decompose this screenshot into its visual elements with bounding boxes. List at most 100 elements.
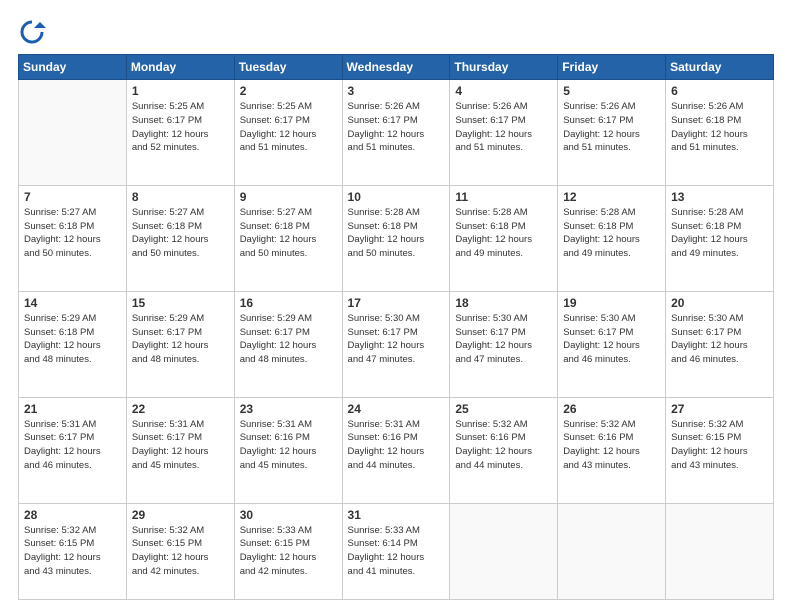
- day-number: 3: [348, 84, 445, 98]
- day-cell: 27 Sunrise: 5:32 AM Sunset: 6:15 PM Dayli…: [666, 397, 774, 503]
- day-info: Sunrise: 5:30 AM Sunset: 6:17 PM Dayligh…: [671, 312, 768, 367]
- day-number: 24: [348, 402, 445, 416]
- day-info: Sunrise: 5:28 AM Sunset: 6:18 PM Dayligh…: [455, 206, 552, 261]
- day-info: Sunrise: 5:31 AM Sunset: 6:17 PM Dayligh…: [132, 418, 229, 473]
- day-number: 1: [132, 84, 229, 98]
- day-cell: 5 Sunrise: 5:26 AM Sunset: 6:17 PM Daylig…: [558, 80, 666, 186]
- day-cell: 6 Sunrise: 5:26 AM Sunset: 6:18 PM Daylig…: [666, 80, 774, 186]
- day-info: Sunrise: 5:25 AM Sunset: 6:17 PM Dayligh…: [132, 100, 229, 155]
- day-info: Sunrise: 5:33 AM Sunset: 6:14 PM Dayligh…: [348, 524, 445, 579]
- day-number: 27: [671, 402, 768, 416]
- day-info: Sunrise: 5:28 AM Sunset: 6:18 PM Dayligh…: [348, 206, 445, 261]
- col-header-sunday: Sunday: [19, 55, 127, 80]
- day-cell: 3 Sunrise: 5:26 AM Sunset: 6:17 PM Daylig…: [342, 80, 450, 186]
- day-number: 21: [24, 402, 121, 416]
- logo-icon: [18, 18, 46, 46]
- day-info: Sunrise: 5:31 AM Sunset: 6:16 PM Dayligh…: [240, 418, 337, 473]
- day-number: 7: [24, 190, 121, 204]
- day-info: Sunrise: 5:29 AM Sunset: 6:18 PM Dayligh…: [24, 312, 121, 367]
- day-cell: 19Sunrise: 5:30 AM Sunset: 6:17 PM Dayli…: [558, 291, 666, 397]
- day-info: Sunrise: 5:30 AM Sunset: 6:17 PM Dayligh…: [455, 312, 552, 367]
- day-cell: 23 Sunrise: 5:31 AM Sunset: 6:16 PM Dayli…: [234, 397, 342, 503]
- week-row-4: 21 Sunrise: 5:31 AM Sunset: 6:17 PM Dayli…: [19, 397, 774, 503]
- day-cell: 2Sunrise: 5:25 AM Sunset: 6:17 PM Daylig…: [234, 80, 342, 186]
- day-cell: [558, 503, 666, 599]
- day-cell: 26 Sunrise: 5:32 AM Sunset: 6:16 PM Dayli…: [558, 397, 666, 503]
- col-header-tuesday: Tuesday: [234, 55, 342, 80]
- day-info: Sunrise: 5:32 AM Sunset: 6:16 PM Dayligh…: [563, 418, 660, 473]
- day-number: 12: [563, 190, 660, 204]
- day-cell: 4 Sunrise: 5:26 AM Sunset: 6:17 PM Daylig…: [450, 80, 558, 186]
- calendar-header: SundayMondayTuesdayWednesdayThursdayFrid…: [19, 55, 774, 80]
- day-number: 8: [132, 190, 229, 204]
- day-number: 17: [348, 296, 445, 310]
- day-number: 10: [348, 190, 445, 204]
- day-info: Sunrise: 5:28 AM Sunset: 6:18 PM Dayligh…: [563, 206, 660, 261]
- day-info: Sunrise: 5:29 AM Sunset: 6:17 PM Dayligh…: [132, 312, 229, 367]
- day-cell: 9 Sunrise: 5:27 AM Sunset: 6:18 PM Daylig…: [234, 185, 342, 291]
- day-cell: 25 Sunrise: 5:32 AM Sunset: 6:16 PM Dayli…: [450, 397, 558, 503]
- day-cell: 24Sunrise: 5:31 AM Sunset: 6:16 PM Dayli…: [342, 397, 450, 503]
- day-number: 28: [24, 508, 121, 522]
- day-cell: [666, 503, 774, 599]
- day-info: Sunrise: 5:26 AM Sunset: 6:17 PM Dayligh…: [348, 100, 445, 155]
- col-header-friday: Friday: [558, 55, 666, 80]
- day-number: 30: [240, 508, 337, 522]
- day-number: 26: [563, 402, 660, 416]
- day-number: 4: [455, 84, 552, 98]
- day-cell: [19, 80, 127, 186]
- day-cell: 30Sunrise: 5:33 AM Sunset: 6:15 PM Dayli…: [234, 503, 342, 599]
- header-row: SundayMondayTuesdayWednesdayThursdayFrid…: [19, 55, 774, 80]
- col-header-monday: Monday: [126, 55, 234, 80]
- day-info: Sunrise: 5:28 AM Sunset: 6:18 PM Dayligh…: [671, 206, 768, 261]
- day-number: 2: [240, 84, 337, 98]
- day-cell: 21 Sunrise: 5:31 AM Sunset: 6:17 PM Dayli…: [19, 397, 127, 503]
- page: SundayMondayTuesdayWednesdayThursdayFrid…: [0, 0, 792, 612]
- day-number: 5: [563, 84, 660, 98]
- day-info: Sunrise: 5:29 AM Sunset: 6:17 PM Dayligh…: [240, 312, 337, 367]
- day-info: Sunrise: 5:27 AM Sunset: 6:18 PM Dayligh…: [24, 206, 121, 261]
- day-cell: 13 Sunrise: 5:28 AM Sunset: 6:18 PM Dayli…: [666, 185, 774, 291]
- week-row-5: 28 Sunrise: 5:32 AM Sunset: 6:15 PM Dayli…: [19, 503, 774, 599]
- day-number: 18: [455, 296, 552, 310]
- day-cell: 22 Sunrise: 5:31 AM Sunset: 6:17 PM Dayli…: [126, 397, 234, 503]
- day-info: Sunrise: 5:27 AM Sunset: 6:18 PM Dayligh…: [240, 206, 337, 261]
- day-number: 22: [132, 402, 229, 416]
- day-cell: 7 Sunrise: 5:27 AM Sunset: 6:18 PM Daylig…: [19, 185, 127, 291]
- day-number: 13: [671, 190, 768, 204]
- day-cell: [450, 503, 558, 599]
- day-info: Sunrise: 5:32 AM Sunset: 6:15 PM Dayligh…: [24, 524, 121, 579]
- day-cell: 14 Sunrise: 5:29 AM Sunset: 6:18 PM Dayli…: [19, 291, 127, 397]
- day-cell: 1 Sunrise: 5:25 AM Sunset: 6:17 PM Daylig…: [126, 80, 234, 186]
- day-number: 29: [132, 508, 229, 522]
- day-number: 16: [240, 296, 337, 310]
- week-row-2: 7 Sunrise: 5:27 AM Sunset: 6:18 PM Daylig…: [19, 185, 774, 291]
- day-cell: 29Sunrise: 5:32 AM Sunset: 6:15 PM Dayli…: [126, 503, 234, 599]
- day-number: 14: [24, 296, 121, 310]
- day-number: 11: [455, 190, 552, 204]
- week-row-1: 1 Sunrise: 5:25 AM Sunset: 6:17 PM Daylig…: [19, 80, 774, 186]
- day-info: Sunrise: 5:26 AM Sunset: 6:17 PM Dayligh…: [563, 100, 660, 155]
- day-cell: 17Sunrise: 5:30 AM Sunset: 6:17 PM Dayli…: [342, 291, 450, 397]
- day-cell: 10 Sunrise: 5:28 AM Sunset: 6:18 PM Dayli…: [342, 185, 450, 291]
- day-number: 6: [671, 84, 768, 98]
- day-number: 9: [240, 190, 337, 204]
- calendar-body: 1 Sunrise: 5:25 AM Sunset: 6:17 PM Daylig…: [19, 80, 774, 600]
- day-info: Sunrise: 5:32 AM Sunset: 6:15 PM Dayligh…: [671, 418, 768, 473]
- day-cell: 8Sunrise: 5:27 AM Sunset: 6:18 PM Daylig…: [126, 185, 234, 291]
- day-number: 31: [348, 508, 445, 522]
- day-info: Sunrise: 5:26 AM Sunset: 6:17 PM Dayligh…: [455, 100, 552, 155]
- logo: [18, 18, 50, 46]
- day-number: 20: [671, 296, 768, 310]
- week-row-3: 14 Sunrise: 5:29 AM Sunset: 6:18 PM Dayli…: [19, 291, 774, 397]
- day-info: Sunrise: 5:26 AM Sunset: 6:18 PM Dayligh…: [671, 100, 768, 155]
- day-cell: 11 Sunrise: 5:28 AM Sunset: 6:18 PM Dayli…: [450, 185, 558, 291]
- day-info: Sunrise: 5:32 AM Sunset: 6:16 PM Dayligh…: [455, 418, 552, 473]
- day-cell: 31 Sunrise: 5:33 AM Sunset: 6:14 PM Dayli…: [342, 503, 450, 599]
- day-info: Sunrise: 5:31 AM Sunset: 6:17 PM Dayligh…: [24, 418, 121, 473]
- day-number: 15: [132, 296, 229, 310]
- col-header-thursday: Thursday: [450, 55, 558, 80]
- day-number: 25: [455, 402, 552, 416]
- day-cell: 20 Sunrise: 5:30 AM Sunset: 6:17 PM Dayli…: [666, 291, 774, 397]
- day-number: 23: [240, 402, 337, 416]
